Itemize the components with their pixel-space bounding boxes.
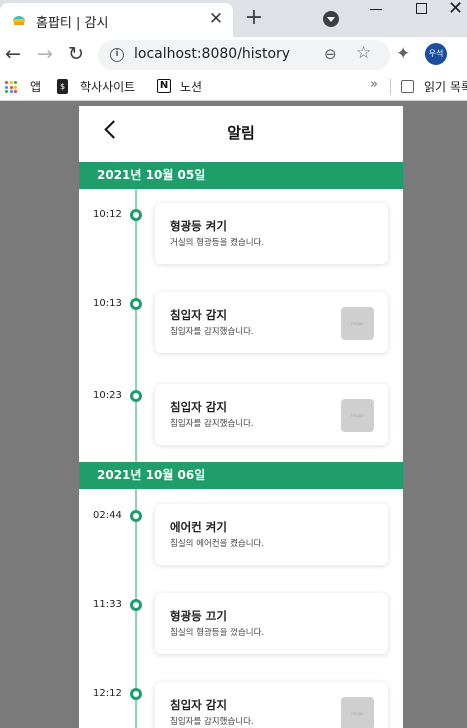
page-header: 알림: [79, 106, 403, 162]
notification-card[interactable]: 침입자 감지 침입자를 감지했습니다. image: [155, 682, 388, 728]
bookmarks-bar: 앱 $ 학사사이트 N 노션 » 읽기 목록: [0, 73, 467, 101]
app-favicon-icon: [13, 16, 25, 25]
card-description: 침입자를 감지했습니다.: [170, 717, 254, 727]
item-time: 02:44: [93, 510, 122, 521]
apps-grid-icon[interactable]: [5, 81, 17, 93]
notification-card[interactable]: 침입자 감지 침입자를 감지했습니다. image: [155, 384, 388, 445]
tab-title: 홈팝티 | 감시: [36, 16, 109, 31]
card-description: 거실의 형광등을 켰습니다.: [170, 238, 265, 248]
item-time: 11:33: [93, 599, 122, 610]
card-title: 형광등 켜기: [170, 219, 227, 233]
window-close-icon[interactable]: ✕: [448, 0, 463, 19]
timeline-line: [135, 189, 137, 462]
bookmark-apps[interactable]: 앱: [30, 78, 41, 95]
zoom-icon[interactable]: ⊖: [324, 45, 337, 63]
bookmark-notion[interactable]: 노션: [180, 78, 202, 95]
notification-card[interactable]: 형광등 켜기 거실의 형광등을 켰습니다.: [155, 203, 388, 264]
reading-list-label[interactable]: 읽기 목록: [424, 78, 467, 95]
item-time: 10:13: [93, 298, 122, 309]
bookmarks-divider: [390, 79, 391, 95]
card-description: 침실의 형광등을 껐습니다.: [170, 628, 265, 638]
date-header: 2021년 10월 05일: [79, 162, 403, 189]
reading-list-icon[interactable]: [401, 80, 414, 93]
card-title: 침입자 감지: [170, 400, 227, 414]
card-title: 에어컨 켜기: [170, 520, 227, 534]
browser-toolbar: ← → ↻ i localhost:8080/history ⊖ ☆ ✦ 우석: [0, 37, 467, 73]
browser-back-icon[interactable]: ←: [1, 43, 25, 65]
page-title: 알림: [227, 124, 255, 142]
timeline-dot-icon: [130, 510, 142, 522]
item-time: 10:23: [93, 390, 122, 401]
maximize-icon[interactable]: [416, 3, 427, 14]
new-tab-icon[interactable]: +: [243, 5, 265, 30]
browser-forward-icon[interactable]: →: [33, 43, 57, 65]
notification-card[interactable]: 에어컨 켜기 침실의 에어컨을 켰습니다.: [155, 504, 388, 565]
card-description: 침입자를 감지했습니다.: [170, 327, 254, 337]
tab-strip: 홈팝티 | 감시 ✕ + ✕: [0, 0, 467, 37]
minimize-icon[interactable]: [370, 9, 382, 10]
timeline-dot-icon: [130, 209, 142, 221]
notion-icon: N: [157, 79, 171, 93]
profile-avatar[interactable]: 우석: [425, 43, 447, 65]
timeline-dot-icon: [130, 298, 142, 310]
item-time: 12:12: [93, 688, 122, 699]
notification-history-page: 알림 2021년 10월 05일 10:12 형광등 켜기 거실의 형광등을 켰…: [79, 106, 403, 728]
address-bar[interactable]: i localhost:8080/history ⊖ ☆: [98, 40, 390, 70]
url-text[interactable]: localhost:8080/history: [134, 46, 290, 62]
card-description: 침입자를 감지했습니다.: [170, 419, 254, 429]
extensions-icon[interactable]: ✦: [396, 44, 410, 64]
bookmarks-overflow-icon[interactable]: »: [370, 77, 378, 92]
intruder-snapshot-thumbnail[interactable]: image: [341, 399, 374, 432]
close-tab-icon[interactable]: ✕: [206, 9, 226, 29]
notification-card[interactable]: 형광등 끄기 침실의 형광등을 껐습니다.: [155, 593, 388, 654]
card-title: 침입자 감지: [170, 308, 227, 322]
card-description: 침실의 에어컨을 켰습니다.: [170, 539, 265, 549]
card-title: 형광등 끄기: [170, 609, 227, 623]
reload-icon[interactable]: ↻: [64, 43, 88, 65]
bookmark-star-icon[interactable]: ☆: [356, 43, 371, 63]
tab-search-icon[interactable]: [323, 11, 339, 27]
intruder-snapshot-thumbnail[interactable]: image: [341, 307, 374, 340]
item-time: 10:12: [93, 209, 122, 220]
timeline-dot-icon: [130, 390, 142, 402]
timeline-dot-icon: [130, 688, 142, 700]
site-info-icon[interactable]: i: [110, 48, 124, 62]
date-header: 2021년 10월 06일: [79, 462, 403, 489]
intruder-snapshot-thumbnail[interactable]: image: [341, 697, 374, 728]
browser-tab[interactable]: 홈팝티 | 감시 ✕: [0, 3, 233, 37]
card-title: 침입자 감지: [170, 698, 227, 712]
page-icon: $: [57, 79, 68, 94]
bookmark-haksa[interactable]: 학사사이트: [80, 78, 135, 95]
timeline-dot-icon: [130, 599, 142, 611]
notification-card[interactable]: 침입자 감지 침입자를 감지했습니다. image: [155, 292, 388, 353]
